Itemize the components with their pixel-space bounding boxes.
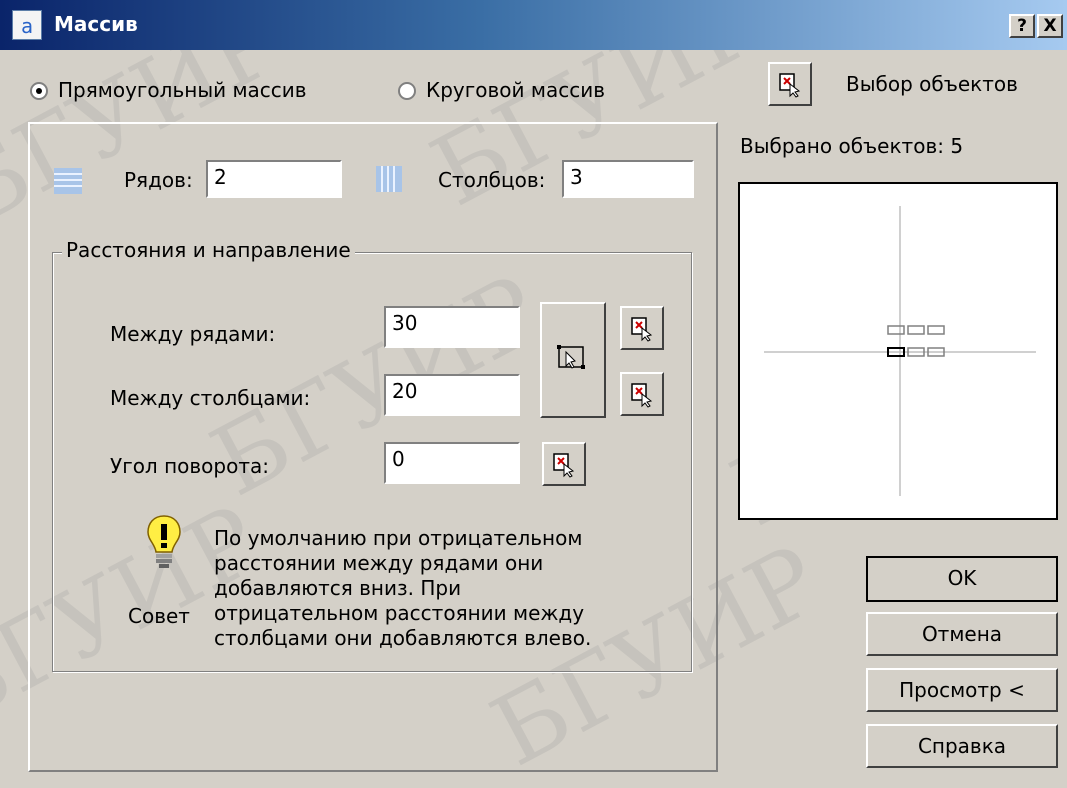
- col-offset-input[interactable]: 20: [384, 374, 520, 416]
- ok-button[interactable]: OK: [866, 556, 1058, 602]
- app-icon: a: [12, 10, 42, 40]
- pick-col-offset-button[interactable]: [620, 372, 664, 416]
- rect-array-label[interactable]: Прямоугольный массив: [58, 78, 307, 102]
- tip-line: По умолчанию при отрицательном: [214, 526, 583, 550]
- tip-text: По умолчанию при отрицательном расстояни…: [214, 526, 591, 651]
- columns-icon: [376, 166, 402, 192]
- pick-unit-cell-button[interactable]: [540, 302, 606, 418]
- preview-canvas: [764, 206, 1036, 496]
- help-button[interactable]: Справка: [866, 724, 1058, 768]
- pick-icon: [631, 317, 653, 342]
- lightbulb-icon: [147, 515, 181, 568]
- offset-group-title: Расстояния и направление: [62, 238, 355, 262]
- pick-icon: [631, 383, 653, 408]
- select-objects-button[interactable]: [768, 62, 812, 106]
- angle-label: Угол поворота:: [110, 454, 269, 478]
- pick-row-offset-button[interactable]: [620, 306, 664, 350]
- columns-label: Столбцов:: [438, 168, 546, 192]
- tip-line: отрицательном расстоянии между: [214, 601, 585, 625]
- help-title-button[interactable]: ?: [1009, 14, 1035, 38]
- array-preview: [738, 182, 1058, 520]
- rows-input[interactable]: 2: [206, 160, 342, 198]
- polar-array-label[interactable]: Круговой массив: [426, 78, 605, 102]
- row-offset-label: Между рядами:: [110, 322, 276, 346]
- preview-button[interactable]: Просмотр <: [866, 668, 1058, 712]
- polar-array-radio[interactable]: [398, 82, 416, 100]
- tip-line: расстоянии между рядами они: [214, 551, 544, 575]
- title-bar: a Массив ? X: [0, 0, 1067, 50]
- window-title: Массив: [54, 12, 138, 36]
- tip-line: добавляются вниз. При: [214, 576, 462, 600]
- tip-label: Совет: [128, 604, 190, 628]
- pick-icon: [779, 73, 801, 98]
- angle-input[interactable]: 0: [384, 442, 520, 484]
- tip-line: столбцами они добавляются влево.: [214, 626, 592, 650]
- close-button[interactable]: X: [1037, 14, 1063, 38]
- select-objects-label: Выбор объектов: [846, 72, 1018, 96]
- col-offset-label: Между столбцами:: [110, 386, 311, 410]
- rect-array-radio[interactable]: [30, 82, 48, 100]
- unit-cell-icon: [557, 345, 585, 369]
- columns-input[interactable]: 3: [562, 160, 694, 198]
- pick-icon: [553, 453, 575, 478]
- cancel-button[interactable]: Отмена: [866, 612, 1058, 656]
- rows-icon: [54, 168, 82, 194]
- row-offset-input[interactable]: 30: [384, 306, 520, 348]
- rows-label: Рядов:: [124, 168, 193, 192]
- pick-angle-button[interactable]: [542, 442, 586, 486]
- selected-count: Выбрано объектов: 5: [740, 134, 964, 158]
